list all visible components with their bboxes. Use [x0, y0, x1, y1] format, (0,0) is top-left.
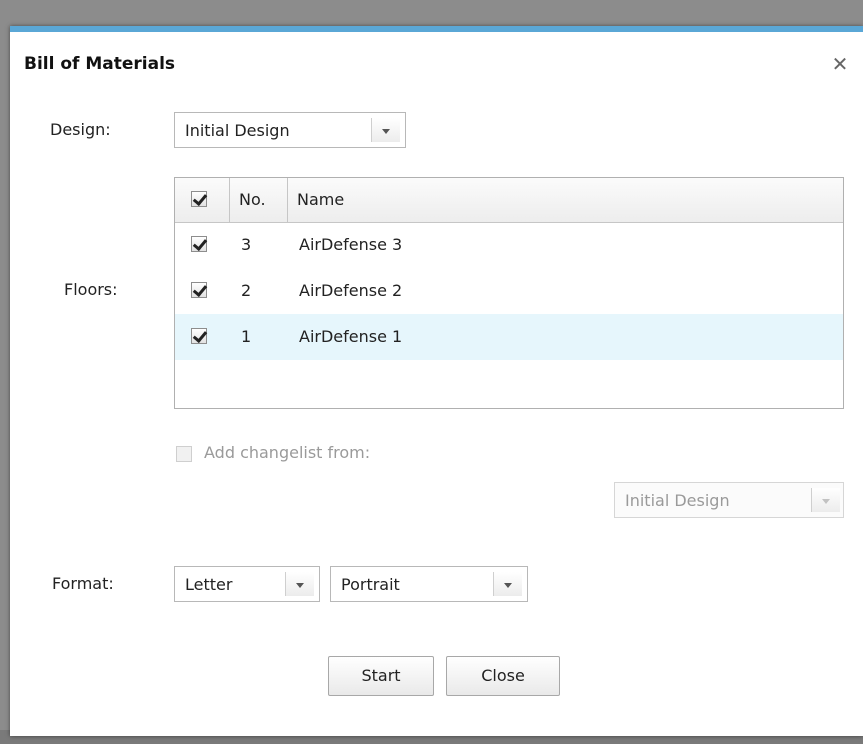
row-name: AirDefense 2: [299, 281, 403, 300]
orientation-value: Portrait: [341, 575, 400, 594]
row-checkbox[interactable]: [191, 282, 207, 298]
select-all-checkbox[interactable]: [191, 191, 207, 207]
design-select[interactable]: Initial Design: [174, 112, 406, 148]
start-button[interactable]: Start: [328, 656, 434, 696]
row-checkbox[interactable]: [191, 236, 207, 252]
close-icon[interactable]: ✕: [828, 52, 852, 76]
column-header-no[interactable]: No.: [239, 190, 266, 209]
chevron-down-icon[interactable]: [371, 118, 400, 142]
row-no: 2: [241, 281, 252, 300]
paper-size-select[interactable]: Letter: [174, 566, 320, 602]
close-button[interactable]: Close: [446, 656, 560, 696]
table-row[interactable]: 1 AirDefense 1: [175, 314, 843, 360]
dialog-title: Bill of Materials: [24, 54, 176, 74]
format-label: Format:: [52, 574, 114, 593]
table-header: No. Name: [175, 178, 843, 223]
paper-size-value: Letter: [185, 575, 233, 594]
row-name: AirDefense 3: [299, 235, 403, 254]
floors-label: Floors:: [64, 280, 118, 299]
table-row[interactable]: 2 AirDefense 2: [175, 268, 843, 314]
row-no: 3: [241, 235, 252, 254]
design-label: Design:: [50, 120, 111, 139]
chevron-down-icon[interactable]: [811, 488, 840, 512]
column-divider: [229, 178, 230, 222]
column-header-name[interactable]: Name: [297, 190, 344, 209]
changelist-select-value: Initial Design: [625, 491, 730, 510]
chevron-down-icon[interactable]: [285, 572, 314, 596]
orientation-select[interactable]: Portrait: [330, 566, 528, 602]
column-divider: [287, 178, 288, 222]
add-changelist-label: Add changelist from:: [204, 443, 371, 462]
floors-table: No. Name 3 AirDefense 3 2 AirDefense 2 1…: [174, 177, 844, 409]
row-name: AirDefense 1: [299, 327, 403, 346]
bill-of-materials-dialog: Bill of Materials ✕ Design: Initial Desi…: [10, 26, 863, 736]
design-select-value: Initial Design: [185, 121, 290, 140]
changelist-select[interactable]: Initial Design: [614, 482, 844, 518]
chevron-down-icon[interactable]: [493, 572, 522, 596]
table-row[interactable]: 3 AirDefense 3: [175, 222, 843, 268]
row-checkbox[interactable]: [191, 328, 207, 344]
row-no: 1: [241, 327, 252, 346]
add-changelist-checkbox[interactable]: [176, 446, 192, 462]
